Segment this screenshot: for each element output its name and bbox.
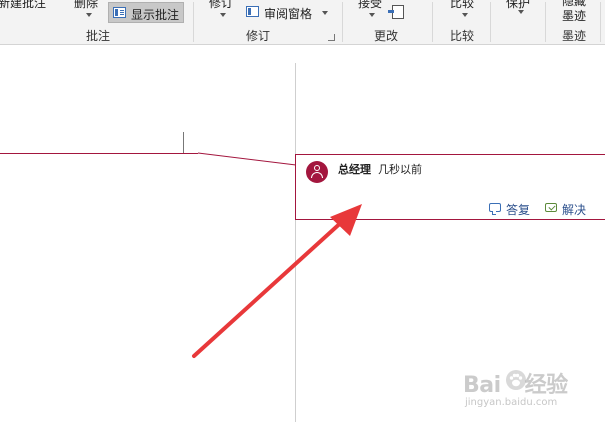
- baidu-watermark: Bai 经验 jingyan.baidu.com: [463, 367, 603, 419]
- annotation-arrow: [192, 204, 362, 358]
- baidu-paw-icon: [506, 370, 526, 390]
- watermark-url: jingyan.baidu.com: [465, 397, 558, 408]
